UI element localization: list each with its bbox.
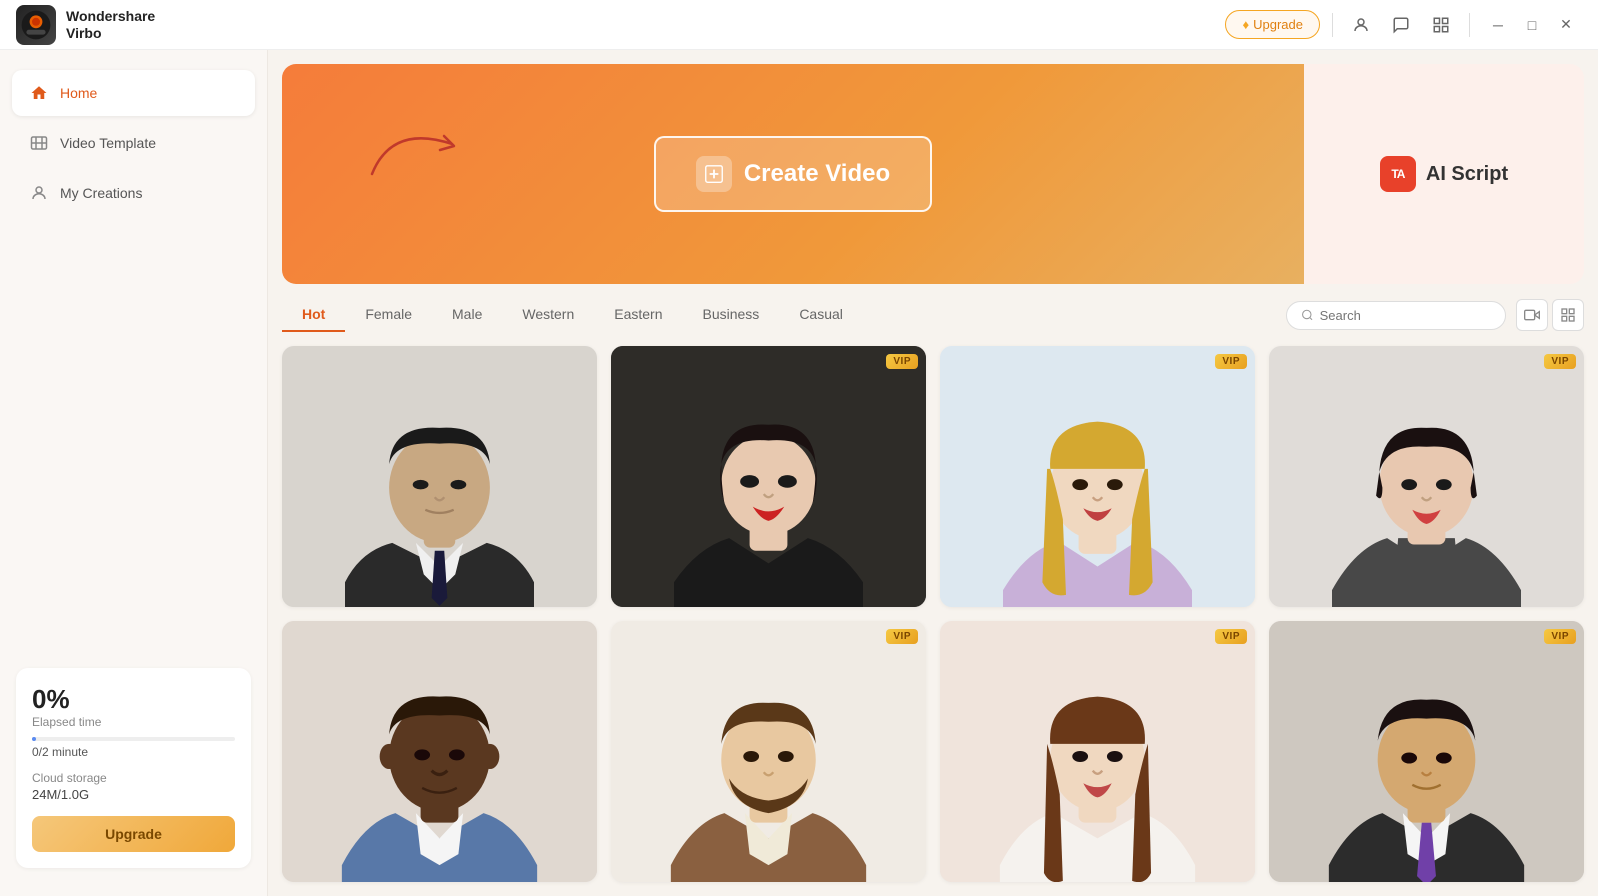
search-input[interactable] [1320,308,1491,323]
usage-card: 0% Elapsed time 0/2 minute Cloud storage… [16,668,251,868]
title-bar: Wondershare Virbo ♦ Upgrade ─ [0,0,1598,50]
sidebar-creations-label: My Creations [60,185,142,201]
avatar-card-8[interactable]: VIP [1269,621,1584,882]
filter-tab-business[interactable]: Business [683,298,780,332]
progress-bar [32,737,235,741]
avatar-grid: Yaowen - Finance VIP [268,332,1598,896]
title-bar-right: ♦ Upgrade ─ □ ✕ [1225,9,1582,41]
close-button[interactable]: ✕ [1550,9,1582,41]
filter-tabs: Hot Female Male Western Eastern Business [282,298,1286,332]
avatar-card-3[interactable]: VIP [940,346,1255,607]
avatar-card-4[interactable]: VIP [1269,346,1584,607]
vip-badge-2: VIP [886,354,918,369]
sidebar-home-label: Home [60,85,97,101]
user-icon[interactable] [1345,9,1377,41]
avatar-card-2[interactable]: VIP [611,346,926,607]
storage-value: 24M/1.0G [32,787,235,802]
avatar-card-7[interactable]: VIP [940,621,1255,882]
avatar-image-4: VIP [1269,346,1584,607]
content-area: Create Video TA AI Script Hot Female [268,50,1598,896]
app-brand: Wondershare Virbo [16,5,155,45]
vip-badge-3: VIP [1215,354,1247,369]
usage-percent: 0% [32,684,235,715]
view-toggle [1516,299,1584,331]
storage-label: Cloud storage [32,771,235,785]
divider [1332,13,1333,37]
sidebar: Home Video Template My Creations [0,50,268,896]
upgrade-button[interactable]: ♦ Upgrade [1225,10,1320,39]
app-logo [16,5,56,45]
hero-banner: Create Video TA AI Script [282,64,1584,284]
avatar-image-7: VIP [940,621,1255,882]
sidebar-bottom: 0% Elapsed time 0/2 minute Cloud storage… [0,652,267,884]
filter-tab-male[interactable]: Male [432,298,502,332]
search-icon [1301,308,1314,322]
ai-script-button[interactable]: TA AI Script [1380,156,1508,192]
progress-fill [32,737,36,741]
upgrade-diamond-icon: ♦ [1242,17,1249,32]
minimize-button[interactable]: ─ [1482,9,1514,41]
video-template-icon [28,132,50,154]
window-controls: ─ □ ✕ [1482,9,1582,41]
avatar-card-1[interactable]: Yaowen - Finance [282,346,597,607]
sidebar-item-my-creations[interactable]: My Creations [12,170,255,216]
avatar-image-5 [282,621,597,882]
create-video-label: Create Video [744,160,890,188]
sidebar-item-video-template[interactable]: Video Template [12,120,255,166]
sidebar-item-home[interactable]: Home [12,70,255,116]
chat-icon[interactable] [1385,9,1417,41]
grid-icon[interactable] [1425,9,1457,41]
divider2 [1469,13,1470,37]
grid-view-button[interactable] [1552,299,1584,331]
filter-tab-hot[interactable]: Hot [282,298,345,332]
app-name: Wondershare Virbo [66,8,155,42]
arrow-decoration [362,104,482,184]
camera-view-button[interactable] [1516,299,1548,331]
avatar-card-6[interactable]: VIP [611,621,926,882]
elapsed-label: Elapsed time [32,715,235,729]
sidebar-nav: Home Video Template My Creations [0,62,267,228]
vip-badge-4: VIP [1544,354,1576,369]
avatar-image-3: VIP [940,346,1255,607]
ai-script-label: AI Script [1426,163,1508,186]
avatar-image-8: VIP [1269,621,1584,882]
create-video-button[interactable]: Create Video [654,136,932,212]
usage-time: 0/2 minute [32,745,235,759]
sidebar-spacer [0,228,267,652]
avatar-image-6: VIP [611,621,926,882]
vip-badge-8: VIP [1544,629,1576,644]
avatar-card-5[interactable] [282,621,597,882]
vip-badge-7: VIP [1215,629,1247,644]
upgrade-big-button[interactable]: Upgrade [32,816,235,852]
main-layout: Home Video Template My Creations [0,50,1598,896]
filter-tab-eastern[interactable]: Eastern [594,298,682,332]
vip-badge-6: VIP [886,629,918,644]
home-icon [28,82,50,104]
hero-main: Create Video [282,64,1304,284]
hero-right[interactable]: TA AI Script [1304,64,1584,284]
sidebar-video-label: Video Template [60,135,156,151]
avatar-image-1 [282,346,597,607]
filter-section: Hot Female Male Western Eastern Business [268,284,1598,332]
filter-tab-casual[interactable]: Casual [779,298,863,332]
ai-script-icon: TA [1380,156,1416,192]
filter-tab-female[interactable]: Female [345,298,432,332]
maximize-button[interactable]: □ [1516,9,1548,41]
create-video-icon [696,156,732,192]
avatar-image-2: VIP [611,346,926,607]
my-creations-icon [28,182,50,204]
filter-tab-western[interactable]: Western [502,298,594,332]
search-box[interactable] [1286,301,1506,330]
